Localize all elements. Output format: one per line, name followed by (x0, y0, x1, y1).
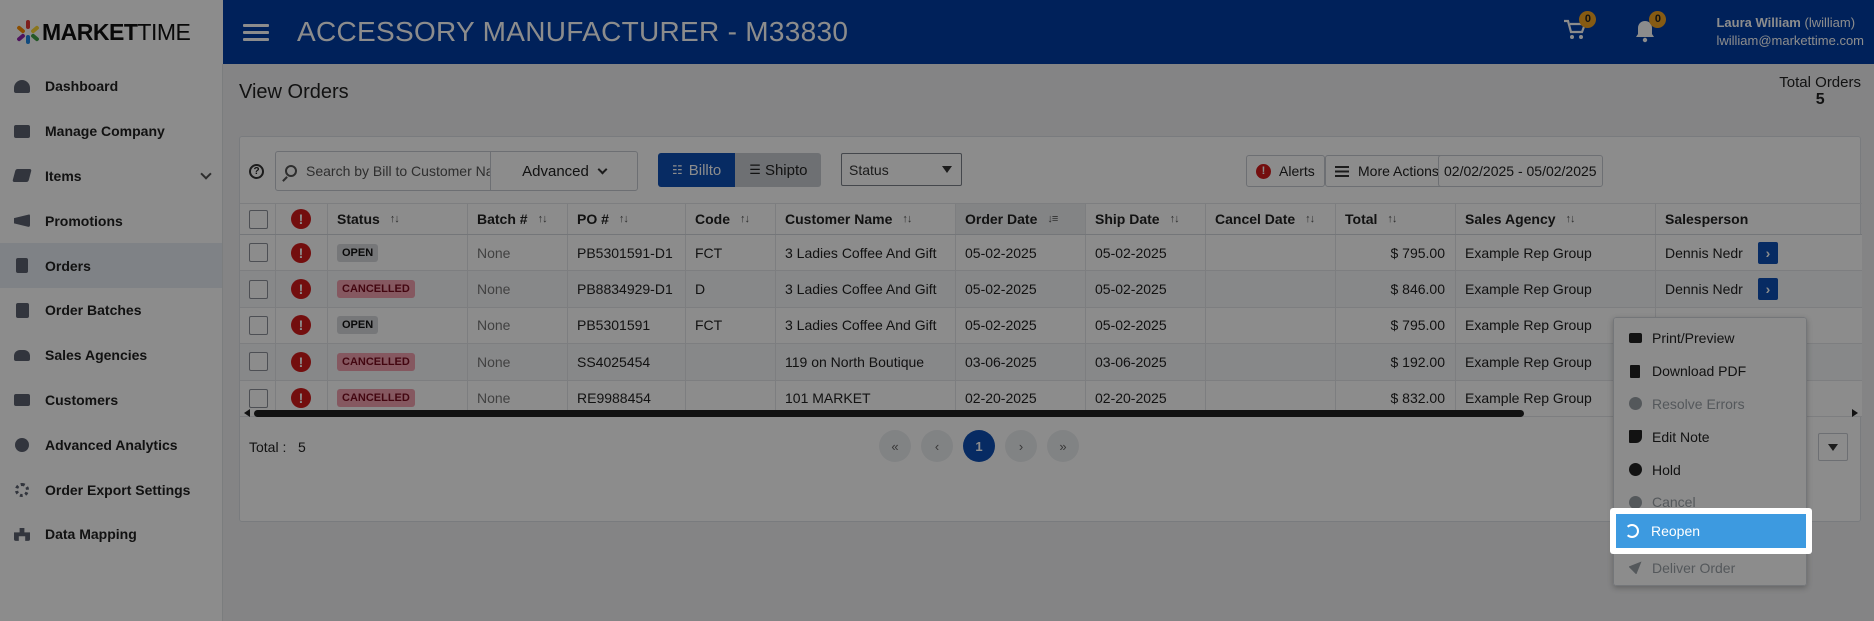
modal-overlay (0, 0, 1874, 621)
menu-item-reopen[interactable]: Reopen (1610, 508, 1812, 554)
undo-icon (1625, 524, 1639, 538)
